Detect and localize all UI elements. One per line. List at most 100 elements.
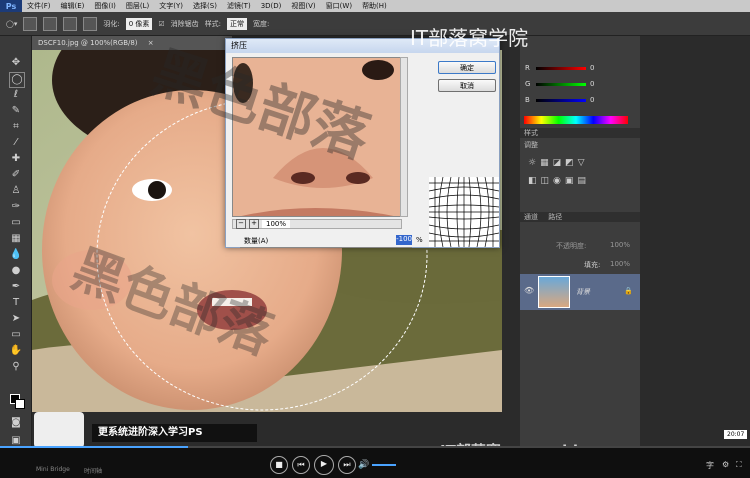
blue-value[interactable]: 0 [590, 96, 594, 104]
ok-button[interactable]: 确定 [438, 61, 496, 74]
opacity-value[interactable]: 100% [610, 241, 630, 249]
paths-tab[interactable]: 路径 [548, 213, 562, 221]
blue-slider[interactable] [536, 99, 586, 102]
volume-icon[interactable]: 🔊 [358, 460, 369, 470]
pinch-grid-preview [429, 177, 499, 247]
layer-name[interactable]: 背景 [576, 287, 590, 297]
add-selection-icon[interactable] [43, 16, 58, 31]
menu-image[interactable]: 图像(I) [89, 1, 121, 11]
intersect-selection-icon[interactable] [83, 16, 98, 31]
brush-tool-icon[interactable]: ✐ [9, 168, 23, 182]
ellipse-marquee-icon[interactable]: ◯▾ [6, 20, 17, 28]
channels-tab[interactable]: 通道 [524, 213, 538, 221]
green-label: G [525, 80, 531, 88]
play-icon[interactable]: ▶ [314, 455, 334, 475]
menu-layer[interactable]: 图层(L) [121, 1, 154, 11]
subtract-selection-icon[interactable] [63, 16, 78, 31]
amount-label: 数量(A) [244, 237, 269, 245]
right-panels: R 0 G 0 B 0 样式 调整 ☼▦◪◩▽ ◧◫◉▣▤ 通道 路径 不透明度:… [520, 36, 640, 448]
document-tab[interactable]: DSCF10.jpg @ 100%(RGB/8) × [32, 36, 232, 50]
menu-help[interactable]: 帮助(H) [357, 1, 392, 11]
menu-filter[interactable]: 滤镜(T) [222, 1, 256, 11]
preview-image [233, 58, 401, 216]
menu-type[interactable]: 文字(Y) [154, 1, 188, 11]
adjustments-tab[interactable]: 调整 [520, 140, 640, 150]
fill-label: 填充: [584, 261, 601, 269]
opacity-label: 不透明度: [556, 242, 587, 250]
layer-row-background[interactable]: 👁 背景 🔒 [520, 274, 640, 310]
ellipse-marquee-tool-icon[interactable]: ◯ [9, 72, 25, 88]
layer-panel-tabs: 通道 路径 [520, 212, 640, 222]
settings-icon[interactable]: ⚙ [722, 460, 729, 469]
lasso-tool-icon[interactable]: ℓ [9, 88, 23, 102]
type-tool-icon[interactable]: T [9, 296, 23, 310]
crop-tool-icon[interactable]: ⌗ [9, 120, 23, 134]
menu-edit[interactable]: 编辑(E) [56, 1, 90, 11]
red-slider[interactable] [536, 67, 586, 70]
percent-sign: % [416, 236, 423, 244]
amount-input[interactable]: -100 [396, 235, 412, 245]
cancel-button[interactable]: 取消 [438, 79, 496, 92]
ps-logo: Ps [0, 0, 22, 12]
hand-tool-icon[interactable]: ✋ [9, 344, 23, 358]
menu-window[interactable]: 窗口(W) [321, 1, 357, 11]
menu-3d[interactable]: 3D(D) [256, 2, 287, 10]
style-label: 样式: [204, 19, 222, 28]
menu-view[interactable]: 视图(V) [286, 1, 320, 11]
volume-slider[interactable] [372, 464, 396, 466]
antialias-checkbox[interactable]: ☑ [158, 20, 164, 28]
blue-label: B [525, 96, 530, 104]
caption-banner: 更系统进阶深入学习PS [92, 424, 257, 442]
pen-tool-icon[interactable]: ✒ [9, 280, 23, 294]
healing-tool-icon[interactable]: ✚ [9, 152, 23, 166]
antialias-label: 消除锯齿 [170, 19, 199, 28]
zoom-value: 100% [262, 220, 291, 228]
fill-value[interactable]: 100% [610, 260, 630, 268]
path-select-icon[interactable]: ➤ [9, 312, 23, 326]
fullscreen-icon[interactable]: ⛶ [736, 460, 742, 470]
filter-preview[interactable] [232, 57, 402, 217]
menu-bar: Ps 文件(F) 编辑(E) 图像(I) 图层(L) 文字(Y) 选择(S) 滤… [0, 0, 750, 12]
gradient-tool-icon[interactable]: ▦ [9, 232, 23, 246]
green-slider[interactable] [536, 83, 586, 86]
color-spectrum[interactable] [524, 116, 628, 124]
styles-tab[interactable]: 样式 [520, 128, 640, 138]
eye-icon[interactable]: 👁 [524, 286, 534, 295]
new-selection-icon[interactable] [23, 16, 38, 31]
layer-thumbnail [538, 276, 570, 308]
quick-select-tool-icon[interactable]: ✎ [9, 104, 23, 118]
mini-bridge-tab[interactable]: Mini Bridge [36, 466, 70, 473]
history-brush-icon[interactable]: ✑ [9, 200, 23, 214]
next-icon[interactable]: ⏭ [338, 456, 356, 474]
shape-tool-icon[interactable]: ▭ [9, 328, 23, 342]
caption-thumbnail [34, 412, 84, 448]
zoom-in-icon[interactable]: + [249, 219, 259, 229]
close-tab-icon[interactable]: × [148, 39, 154, 47]
timeline-tab[interactable]: 时间轴 [84, 466, 102, 475]
dodge-tool-icon[interactable]: ● [9, 264, 23, 278]
red-value[interactable]: 0 [590, 64, 594, 72]
subtitle-icon[interactable]: 字 [706, 460, 714, 471]
stop-icon[interactable]: ■ [270, 456, 288, 474]
feather-input[interactable]: 0 像素 [125, 17, 153, 30]
feather-label: 羽化: [103, 19, 120, 28]
green-value[interactable]: 0 [590, 80, 594, 88]
style-select[interactable]: 正常 [227, 17, 248, 30]
width-label: 宽度: [253, 19, 270, 28]
move-tool-icon[interactable]: ✥ [9, 56, 23, 70]
stamp-tool-icon[interactable]: ♙ [9, 184, 23, 198]
previous-icon[interactable]: ⏮ [292, 456, 310, 474]
blur-tool-icon[interactable]: 💧 [9, 248, 23, 262]
zoom-tool-icon[interactable]: ⚲ [9, 360, 23, 374]
eraser-tool-icon[interactable]: ▭ [9, 216, 23, 230]
preview-vscroll[interactable] [400, 57, 408, 217]
quick-mask-icon[interactable]: ◙ [9, 416, 23, 430]
tools-panel: ✥ ◯ ℓ ✎ ⌗ ⁄ ✚ ✐ ♙ ✑ ▭ ▦ 💧 ● ✒ T ➤ ▭ ✋ ⚲ … [0, 36, 32, 478]
adjustment-icons[interactable]: ☼▦◪◩▽ ◧◫◉▣▤ [528, 154, 628, 194]
zoom-out-icon[interactable]: − [236, 219, 246, 229]
eyedropper-tool-icon[interactable]: ⁄ [9, 136, 23, 150]
menu-file[interactable]: 文件(F) [22, 1, 56, 11]
background-color-swatch[interactable] [15, 399, 25, 409]
amount-slider[interactable] [240, 247, 412, 248]
menu-select[interactable]: 选择(S) [188, 1, 222, 11]
